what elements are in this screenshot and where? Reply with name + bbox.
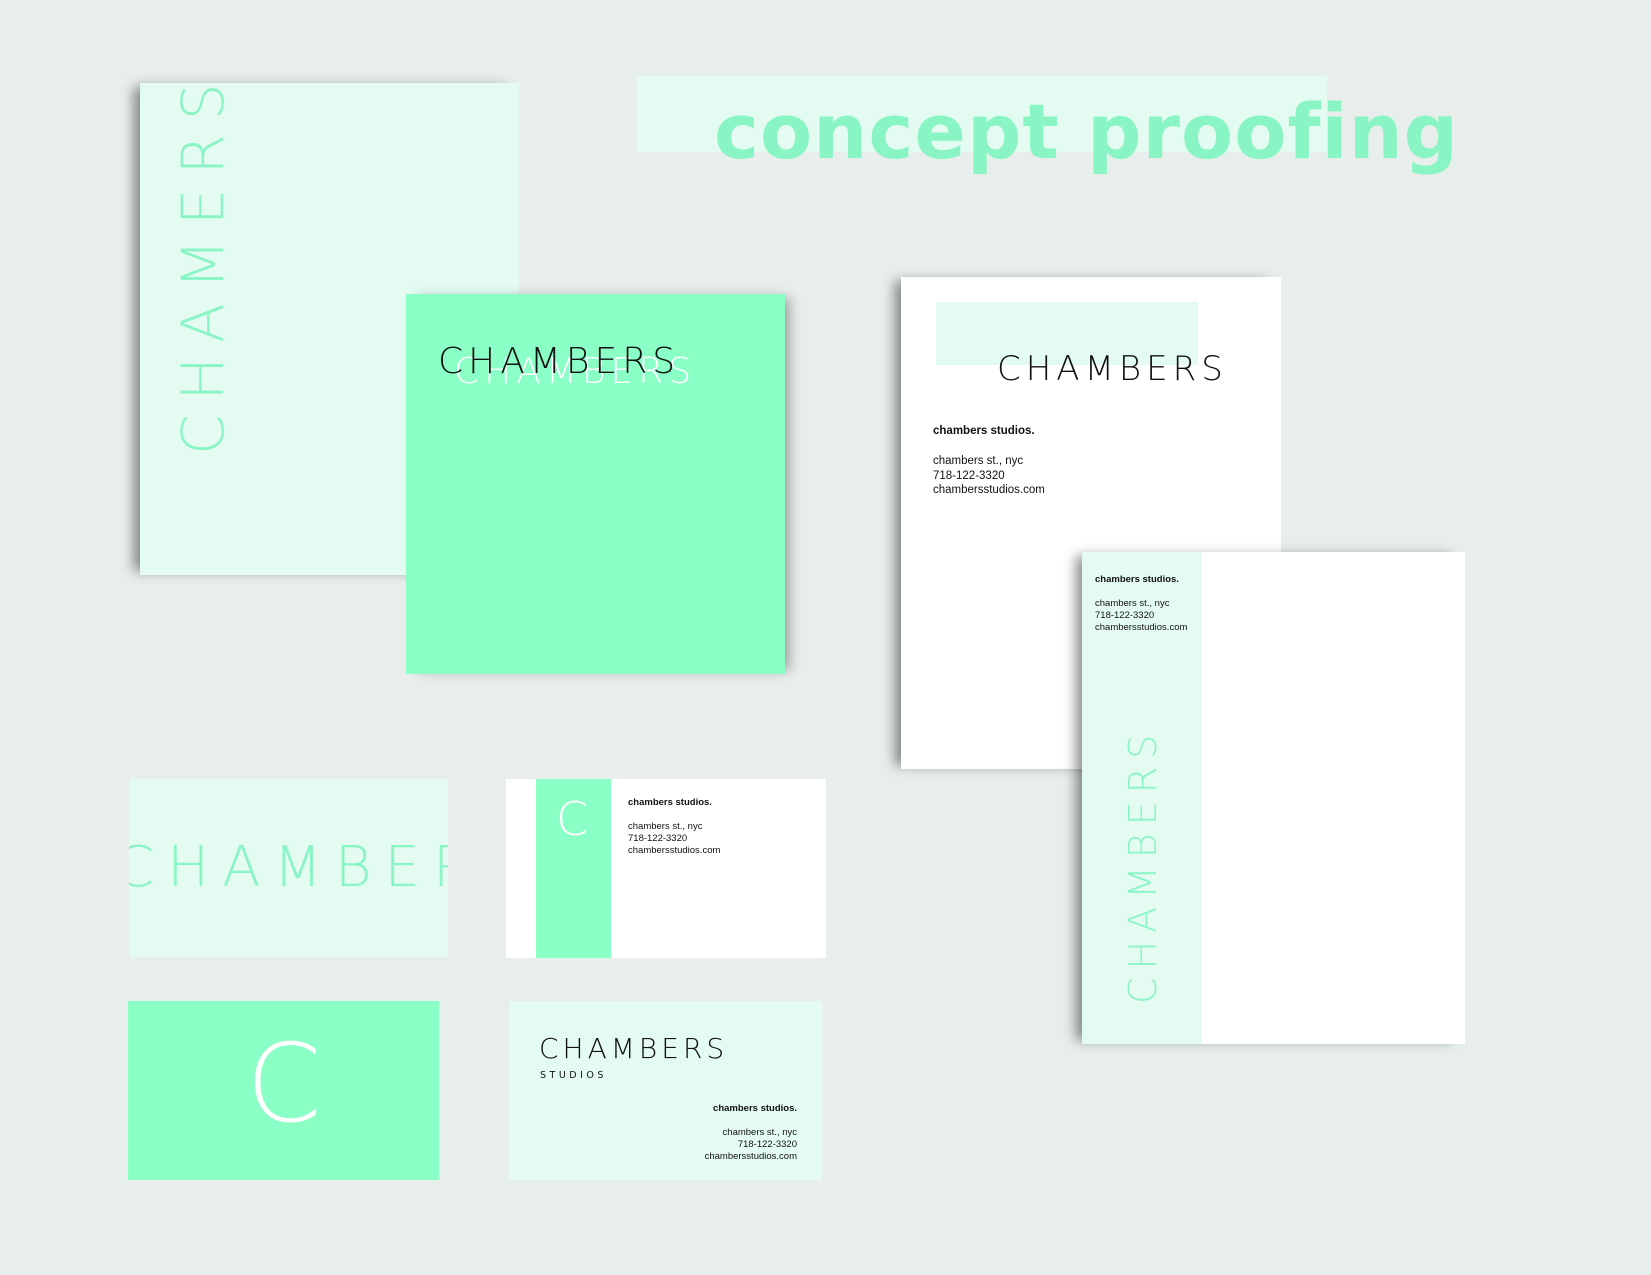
letterhead-logo: CHAMBERS (997, 349, 1228, 389)
phone: 718-122-3320 (737, 1138, 797, 1150)
letterhead-sidebar-page: chambers studios. chambers st., nyc 718-… (1082, 552, 1465, 1044)
phone: 718-122-3320 (1095, 609, 1155, 621)
card-stripe: C chambers studios. chambers st., nyc 71… (506, 779, 826, 958)
poster-mint: CHAMBERS CHAMBERS (406, 294, 785, 674)
address: chambers st., nyc (722, 1126, 797, 1138)
address: chambers st., nyc (1095, 597, 1170, 609)
website: chambersstudios.com (704, 1150, 797, 1162)
card-logo-subline: STUDIOS (540, 1070, 607, 1081)
card-cropped-logo: CHAMBERS (129, 835, 448, 900)
website: chambersstudios.com (628, 844, 721, 856)
sidebar-contact: chambers studios. chambers st., nyc 718-… (1095, 574, 1187, 634)
card-wordmark: CHAMBERS (129, 779, 448, 957)
card-full-logo: CHAMBERS STUDIOS chambers studios. chamb… (509, 1001, 822, 1180)
poster-logo: CHAMBERS (438, 341, 681, 382)
card-logo: CHAMBERS (539, 1032, 729, 1065)
card-monogram-small: C (556, 792, 589, 846)
company-name: chambers studios. (1095, 574, 1179, 585)
page-title: concept proofing (714, 87, 1460, 176)
website: chambersstudios.com (1095, 621, 1188, 633)
company-name: chambers studios. (713, 1103, 797, 1114)
sidebar-vertical-logo: CHAMBERS (1121, 726, 1165, 1004)
card-monogram: C (128, 1001, 439, 1180)
address: chambers st., nyc (628, 820, 703, 832)
company-name: chambers studios. (933, 425, 1035, 437)
company-name: chambers studios. (628, 797, 712, 808)
letterhead-contact: chambers studios. chambers st., nyc 718-… (933, 424, 1045, 498)
phone: 718-122-3320 (933, 469, 1005, 482)
website: chambersstudios.com (933, 484, 1045, 497)
address: chambers st., nyc (933, 455, 1024, 468)
phone: 718-122-3320 (628, 832, 688, 844)
card-contact: chambers studios. chambers st., nyc 718-… (628, 797, 720, 857)
card-monogram-large: C (246, 1022, 322, 1147)
poster-vertical-logo: CHAMERS (169, 69, 237, 455)
card-contact-right: chambers studios. chambers st., nyc 718-… (705, 1103, 797, 1163)
